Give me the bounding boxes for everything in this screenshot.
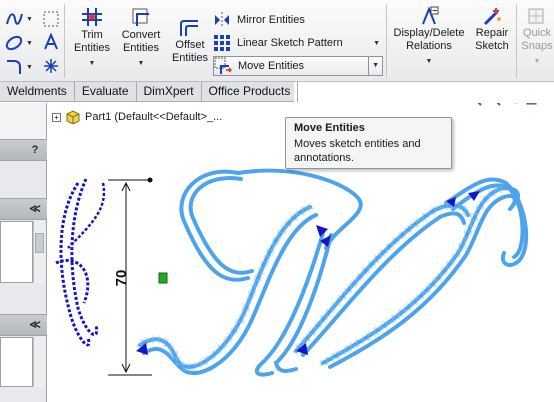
sketch-picture-tool[interactable] [42, 10, 60, 28]
mirror-entities-label: Mirror Entities [237, 14, 305, 26]
ellipse-icon [5, 35, 23, 51]
repair-label-line1: Repair [475, 27, 509, 39]
convert-entities-button[interactable]: Convert Entities ▼ [118, 6, 164, 70]
move-entities-button[interactable]: Move Entities ▼ [213, 56, 383, 76]
mirror-icon [213, 11, 231, 29]
point-star-icon [44, 59, 58, 73]
dropdown-arrow-icon[interactable]: ▼ [26, 64, 33, 71]
mirror-entities-button[interactable]: Mirror Entities [213, 10, 383, 30]
trim-label-line1: Trim [81, 29, 103, 41]
spline-tool[interactable]: ▼ [4, 9, 33, 29]
chevron-down-icon[interactable]: ▼ [390, 55, 468, 68]
convert-label-line1: Convert [121, 29, 161, 41]
offset-icon [180, 20, 198, 36]
ellipse-tool[interactable]: ▼ [4, 33, 33, 53]
chevron-down-icon[interactable]: ▼ [519, 55, 554, 68]
linear-sketch-pattern-label: Linear Sketch Pattern [237, 37, 343, 49]
text-a-icon [44, 33, 58, 50]
panel-help-bar: ? [0, 139, 47, 161]
dropdown-arrow-icon[interactable]: ▼ [26, 40, 33, 47]
move-entities-tooltip: Move Entities Moves sketch entities and … [285, 117, 452, 169]
collapse-button[interactable]: ≪ [27, 201, 43, 217]
chevron-down-icon[interactable]: ▼ [70, 57, 114, 70]
trim-icon [82, 8, 102, 26]
collapse-button[interactable]: ≪ [27, 317, 43, 333]
repair-sketch-icon [483, 8, 501, 26]
dimension-value[interactable]: 70 [113, 270, 130, 287]
dropdown-arrow-icon[interactable]: ▼ [26, 16, 33, 23]
tab-weldments[interactable]: Weldments [0, 82, 75, 102]
convert-label-line2: Entities [122, 42, 160, 54]
display-delete-relations-button[interactable]: Display/Delete Relations ▼ [390, 6, 468, 68]
tab-dimxpert[interactable]: DimXpert [137, 82, 202, 102]
tab-evaluate[interactable]: Evaluate [75, 82, 137, 102]
spline-icon [6, 13, 23, 25]
convert-entities-icon [132, 8, 149, 26]
panel-group-header: ≪ [0, 314, 47, 336]
options-list[interactable] [0, 337, 33, 387]
linear-pattern-icon [213, 34, 231, 52]
options-list-scrollbar[interactable] [33, 337, 45, 387]
trim-label-line2: Entities [73, 42, 111, 54]
sketch-letter-partial-left[interactable] [55, 178, 106, 347]
dashed-box-icon [43, 11, 59, 27]
relation-marker[interactable] [158, 272, 168, 284]
chevron-down-icon[interactable]: ▼ [373, 40, 380, 47]
panel-header [0, 103, 46, 139]
tooltip-description-line1: Moves sketch entities and [294, 138, 421, 150]
scrollbar-thumb[interactable] [35, 233, 44, 253]
display-delete-label-line1: Display/Delete [393, 27, 465, 39]
fillet-tool[interactable]: ▼ [4, 57, 33, 77]
tab-office-products[interactable]: Office Products [202, 82, 299, 102]
fillet-icon [7, 60, 21, 74]
linear-sketch-pattern-button[interactable]: Linear Sketch Pattern ▼ [213, 33, 383, 53]
point-tool[interactable] [42, 57, 60, 75]
ribbon-separator [516, 4, 517, 78]
quick-snaps-icon [528, 8, 544, 24]
relations-icon [422, 6, 439, 25]
chevron-down-icon[interactable]: ▼ [118, 57, 164, 70]
offset-label-line1: Offset [175, 39, 205, 51]
tooltip-title: Move Entities [294, 122, 365, 134]
display-delete-label-line2: Relations [406, 40, 452, 52]
selection-list-scrollbar[interactable] [33, 221, 45, 283]
repair-sketch-button[interactable]: Repair Sketch [470, 6, 514, 53]
property-manager-panel: ? ≪ ≪ [0, 103, 47, 402]
quick-snaps-button[interactable]: Quick Snaps ▼ [519, 6, 554, 68]
ribbon-separator [64, 4, 65, 78]
selection-list[interactable] [0, 221, 33, 283]
quick-snaps-label-line1: Quick [522, 27, 552, 39]
help-button[interactable]: ? [27, 142, 43, 158]
panel-group-header: ≪ [0, 198, 47, 220]
quick-snaps-label-line2: Snaps [521, 40, 553, 52]
ribbon-separator [386, 4, 387, 78]
text-tool[interactable] [42, 33, 60, 51]
move-entities-label: Move Entities [238, 60, 305, 72]
offset-entities-button[interactable]: Offset Entities [169, 18, 211, 65]
command-manager-tabs: Weldments Evaluate DimXpert Office Produ… [0, 82, 299, 102]
sketch-letter-main[interactable] [136, 168, 529, 377]
repair-label-line2: Sketch [475, 40, 509, 52]
chevron-down-icon[interactable]: ▼ [368, 57, 379, 75]
tooltip-description-line2: annotations. [294, 152, 354, 164]
offset-label-line2: Entities [171, 52, 209, 64]
move-entities-icon [214, 57, 232, 75]
command-manager-ribbon: ▼ ▼ ▼ Trim Entities ▼ Convert Entities ▼ [0, 0, 554, 82]
trim-entities-button[interactable]: Trim Entities ▼ [70, 6, 114, 70]
